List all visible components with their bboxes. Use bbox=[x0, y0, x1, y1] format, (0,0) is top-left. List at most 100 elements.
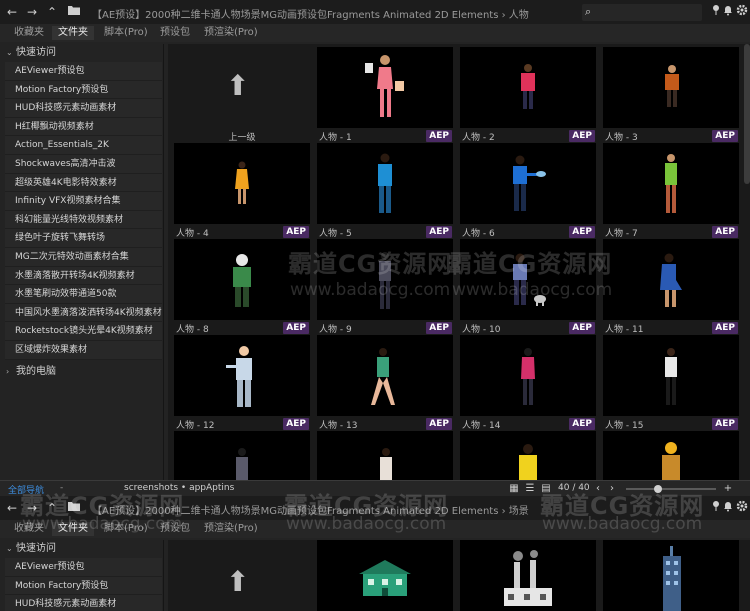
detail-view-icon[interactable]: ▤ bbox=[540, 483, 552, 495]
scene-tile-factory[interactable] bbox=[460, 540, 596, 611]
character-illustration bbox=[236, 448, 248, 480]
tile-label: 人物 - 11 bbox=[605, 325, 644, 335]
sidebar-item[interactable]: HUD科技感元素动画素材 bbox=[5, 99, 162, 118]
zoom-in-icon[interactable]: + bbox=[722, 483, 734, 495]
sidebar-item[interactable]: H红椰飘动视频素材 bbox=[5, 117, 162, 137]
arrow-up-icon: ⬆ bbox=[226, 69, 250, 102]
scene-tile-house[interactable] bbox=[317, 540, 453, 611]
asset-tile[interactable]: 人物 - 4 AEP bbox=[174, 143, 310, 239]
sidebar-item[interactable]: Shockwaves高清冲击波 bbox=[5, 154, 162, 174]
chevron-down-icon: ⌄ bbox=[6, 48, 13, 57]
gear-icon[interactable] bbox=[734, 4, 750, 20]
tab-favorites[interactable]: 收藏夹 bbox=[8, 26, 50, 40]
sidebar-item[interactable]: Motion Factory预设包 bbox=[5, 80, 162, 100]
asset-tile[interactable] bbox=[317, 431, 453, 480]
asset-tile[interactable]: 人物 - 6 AEP bbox=[460, 143, 596, 239]
asset-tile[interactable]: 人物 - 5 AEP bbox=[317, 143, 453, 239]
status-bar: 全部导航 - screenshots • appAptins ▦ ☰ ▤ 40 … bbox=[0, 480, 750, 496]
character-illustration bbox=[513, 253, 546, 306]
thumbnail bbox=[174, 335, 310, 416]
forward-arrow-icon[interactable]: → bbox=[24, 500, 40, 516]
thumbnail bbox=[603, 335, 739, 416]
aep-badge: AEP bbox=[569, 322, 595, 334]
asset-tile[interactable]: 人物 - 1 AEP bbox=[317, 47, 453, 143]
sidebar-item[interactable]: 科幻能量光线特效视频素材 bbox=[5, 210, 162, 230]
asset-tile[interactable]: 人物 - 8 AEP bbox=[174, 239, 310, 335]
asset-tile[interactable]: 人物 - 9 AEP bbox=[317, 239, 453, 335]
sidebar-item[interactable]: 区域爆炸效果素材 bbox=[5, 340, 162, 360]
sidebar-item[interactable]: 超级英雄4K电影特效素材 bbox=[5, 173, 162, 193]
tab-favorites[interactable]: 收藏夹 bbox=[8, 522, 50, 536]
zoom-slider[interactable] bbox=[626, 485, 716, 493]
sidebar-item[interactable]: HUD科技感元素动画素材 bbox=[5, 595, 162, 611]
tile-label: 人物 - 15 bbox=[605, 421, 644, 431]
scene-tile-tower[interactable] bbox=[603, 540, 739, 611]
all-nav-link[interactable]: 全部导航 bbox=[8, 483, 44, 496]
sidebar-item[interactable]: MG二次元特效动画素材合集 bbox=[5, 247, 162, 267]
house-illustration bbox=[359, 560, 411, 596]
tile-label: 人物 - 13 bbox=[319, 421, 358, 431]
back-arrow-icon[interactable]: ← bbox=[4, 4, 20, 20]
forward-arrow-icon[interactable]: → bbox=[24, 4, 40, 20]
sidebar-item[interactable]: AEViewer预设包 bbox=[5, 62, 162, 81]
quick-access-header[interactable]: ⌄ 快速访问 bbox=[0, 44, 163, 62]
tab-scripts[interactable]: 脚本(Pro) bbox=[98, 522, 154, 536]
tab-presets[interactable]: 预设包 bbox=[154, 522, 196, 536]
sidebar-item[interactable]: 中国风水墨滴落泼洒转场4K视频素材 bbox=[5, 303, 162, 323]
asset-tile[interactable]: 人物 - 14 AEP bbox=[460, 335, 596, 431]
tab-prerender[interactable]: 预渲染(Pro) bbox=[198, 26, 264, 40]
tab-presets[interactable]: 预设包 bbox=[154, 26, 196, 40]
gear-icon[interactable] bbox=[734, 500, 750, 516]
back-arrow-icon[interactable]: ← bbox=[4, 500, 20, 516]
tab-folders[interactable]: 文件夹 bbox=[52, 26, 94, 40]
list-view-icon[interactable]: ☰ bbox=[524, 483, 536, 495]
sidebar-item[interactable]: 水墨笔刷动效带通道50款 bbox=[5, 285, 162, 304]
asset-tile[interactable]: 人物 - 12 AEP bbox=[174, 335, 310, 431]
prev-page-icon[interactable]: ‹ bbox=[592, 483, 604, 495]
up-chevron-icon[interactable]: ⌃ bbox=[44, 500, 60, 516]
tab-folders[interactable]: 文件夹 bbox=[52, 522, 94, 536]
tab-prerender[interactable]: 预渲染(Pro) bbox=[198, 522, 264, 536]
asset-browser-panel: ← → ⌃ 【AE预设】2000种二维卡通人物场景MG动画预设包Fragment… bbox=[0, 0, 750, 480]
sidebar-item[interactable]: AEViewer预设包 bbox=[5, 558, 162, 577]
vertical-scrollbar[interactable] bbox=[744, 44, 750, 184]
asset-tile[interactable]: 人物 - 11 AEP bbox=[603, 239, 739, 335]
search-input[interactable]: ⌕ bbox=[582, 4, 702, 21]
asset-tile[interactable] bbox=[174, 431, 310, 480]
next-page-icon[interactable]: › bbox=[606, 483, 618, 495]
up-chevron-icon[interactable]: ⌃ bbox=[44, 4, 60, 20]
aep-badge: AEP bbox=[712, 322, 738, 334]
quick-access-header[interactable]: ⌄ 快速访问 bbox=[0, 540, 163, 558]
sidebar-item[interactable]: 水墨滴落散开转场4K视频素材 bbox=[5, 266, 162, 286]
character-illustration bbox=[233, 254, 251, 307]
aep-badge: AEP bbox=[569, 226, 595, 238]
tile-parent-folder[interactable]: ⬆ bbox=[174, 543, 310, 611]
asset-tile[interactable]: 人物 - 15 AEP bbox=[603, 335, 739, 431]
character-illustration bbox=[660, 253, 682, 307]
tab-scripts[interactable]: 脚本(Pro) bbox=[98, 26, 154, 40]
aep-badge: AEP bbox=[426, 418, 452, 430]
tile-parent-folder[interactable]: ⬆ 上一级 bbox=[174, 47, 310, 143]
breadcrumb-path[interactable]: 【AE预设】2000种二维卡通人物场景MG动画预设包Fragments Anim… bbox=[92, 6, 529, 21]
asset-tile[interactable]: 人物 - 13 AEP bbox=[317, 335, 453, 431]
zoom-knob[interactable] bbox=[654, 485, 662, 493]
asset-tile[interactable] bbox=[603, 431, 739, 480]
asset-tile[interactable]: 人物 - 2 AEP bbox=[460, 47, 596, 143]
grid-view-icon[interactable]: ▦ bbox=[508, 483, 520, 495]
asset-tile[interactable] bbox=[460, 431, 596, 480]
asset-tile[interactable]: 人物 - 3 AEP bbox=[603, 47, 739, 143]
folder-icon[interactable] bbox=[66, 500, 82, 516]
thumbnail bbox=[460, 143, 596, 224]
sidebar-item[interactable]: Motion Factory预设包 bbox=[5, 576, 162, 596]
asset-tile[interactable]: 人物 - 10 AEP bbox=[460, 239, 596, 335]
asset-tile[interactable]: 人物 - 7 AEP bbox=[603, 143, 739, 239]
sidebar-item[interactable]: 绿色叶子旋转飞舞转场 bbox=[5, 229, 162, 248]
breadcrumb-path[interactable]: 【AE预设】2000种二维卡通人物场景MG动画预设包Fragments Anim… bbox=[92, 502, 529, 517]
my-computer-header[interactable]: › 我的电脑 bbox=[0, 363, 163, 381]
sidebar-item[interactable]: Action_Essentials_2K bbox=[5, 136, 162, 155]
aep-badge: AEP bbox=[712, 418, 738, 430]
sidebar-item[interactable]: Rocketstock镜头光晕4K视频素材 bbox=[5, 322, 162, 341]
tile-label: 人物 - 10 bbox=[462, 325, 501, 335]
folder-icon[interactable] bbox=[66, 4, 82, 20]
sidebar-item[interactable]: Infinity VFX视频素材合集 bbox=[5, 192, 162, 211]
